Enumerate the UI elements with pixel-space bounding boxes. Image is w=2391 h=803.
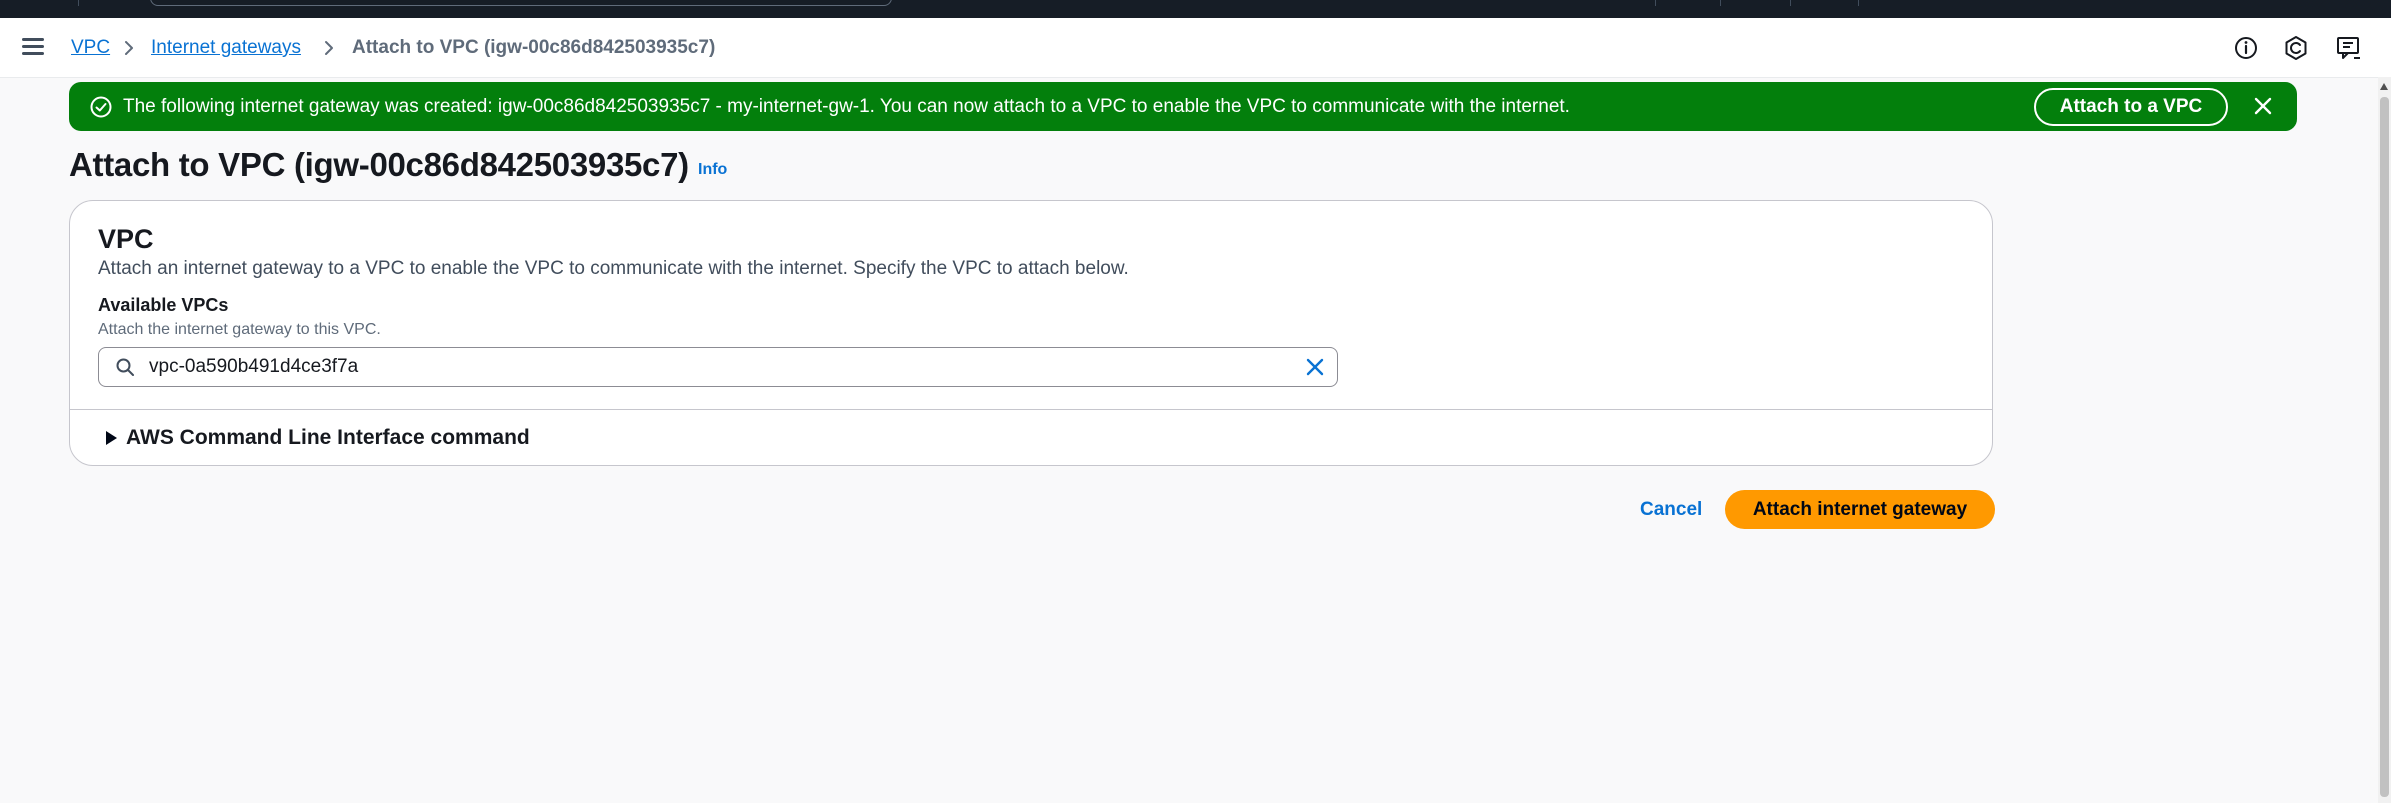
container-title: VPC [98, 224, 154, 254]
cancel-button[interactable]: Cancel [1640, 498, 1702, 522]
close-icon[interactable] [2251, 94, 2275, 118]
page-scrollbar[interactable] [2378, 77, 2391, 803]
check-circle-icon [90, 96, 112, 118]
aws-cli-command-label: AWS Command Line Interface command [126, 426, 530, 449]
aws-top-navigation-bar [0, 0, 2391, 18]
available-vpcs-input-value[interactable]: vpc-0a590b491d4ce3f7a [149, 355, 358, 379]
chevron-right-icon [325, 41, 333, 55]
available-vpcs-autosuggest[interactable]: vpc-0a590b491d4ce3f7a [98, 347, 1338, 387]
available-vpcs-label: Available VPCs [98, 295, 229, 315]
attach-internet-gateway-button[interactable]: Attach internet gateway [1725, 490, 1995, 529]
search-icon [116, 358, 134, 376]
container-description: Attach an internet gateway to a VPC to e… [98, 258, 1129, 279]
attach-to-vpc-button[interactable]: Attach to a VPC [2034, 88, 2228, 126]
page-title: Attach to VPC (igw-00c86d842503935c7) [69, 146, 689, 183]
breadcrumb-internet-gateways[interactable]: Internet gateways [151, 36, 301, 60]
success-flash-banner: The following internet gateway was creat… [69, 82, 2297, 131]
flash-message: The following internet gateway was creat… [123, 96, 1570, 117]
chevron-right-icon [125, 41, 133, 55]
breadcrumb-bar: VPC Internet gateways Attach to VPC (igw… [0, 18, 2391, 78]
breadcrumb-vpc[interactable]: VPC [71, 36, 110, 60]
vpc-container: VPC Attach an internet gateway to a VPC … [69, 200, 1993, 466]
scroll-up-arrow-icon[interactable] [2380, 83, 2388, 90]
breadcrumb-current-page: Attach to VPC (igw-00c86d842503935c7) [352, 37, 716, 58]
notification-icon[interactable] [2282, 34, 2310, 62]
clear-x-icon[interactable] [1304, 356, 1326, 378]
top-nav-divider [1720, 0, 1721, 6]
top-nav-divider [1790, 0, 1791, 6]
caret-right-icon [106, 431, 117, 445]
info-link[interactable]: Info [698, 160, 727, 180]
scrollbar-thumb[interactable] [2380, 97, 2389, 797]
container-divider [70, 409, 1992, 410]
hamburger-menu-icon[interactable] [22, 38, 44, 56]
top-nav-divider [78, 0, 79, 6]
top-nav-divider [1655, 0, 1656, 6]
feedback-icon[interactable] [2334, 34, 2362, 62]
global-search-field[interactable] [150, 0, 892, 6]
top-nav-divider [1858, 0, 1859, 6]
info-circle-icon[interactable] [2232, 34, 2260, 62]
available-vpcs-description: Attach the internet gateway to this VPC. [98, 321, 381, 338]
